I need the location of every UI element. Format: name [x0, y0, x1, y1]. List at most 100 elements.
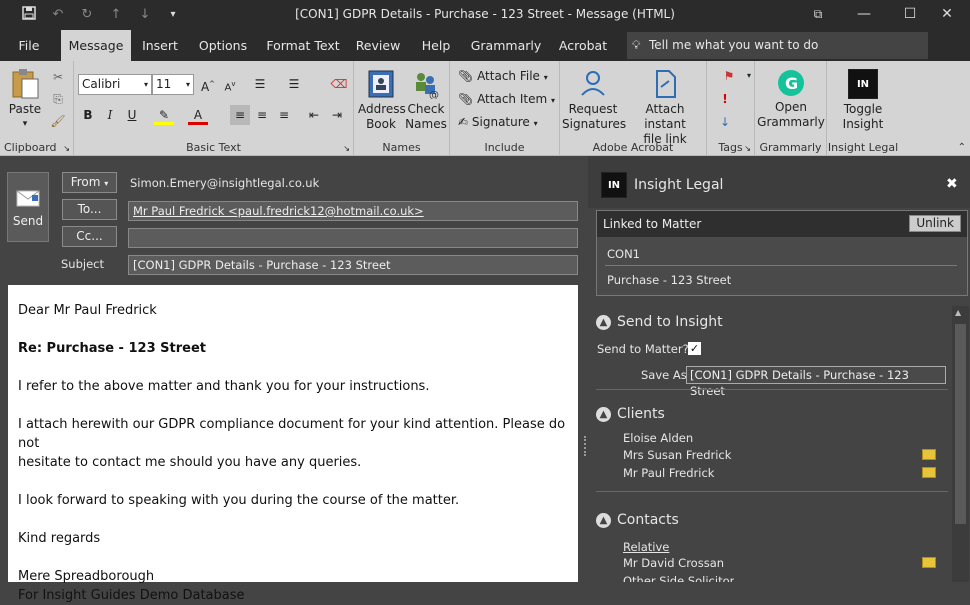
address-book-button[interactable]: Address Book	[358, 69, 406, 132]
svg-text:G: G	[785, 74, 798, 93]
tab-help[interactable]: Help	[418, 30, 454, 61]
mail-icon[interactable]	[922, 467, 936, 478]
numbering-icon[interactable]: ☰	[284, 74, 304, 94]
contacts-header[interactable]: ▲ Contacts	[596, 512, 679, 528]
scrollbar-thumb[interactable]	[955, 324, 966, 524]
tab-file[interactable]: File	[12, 30, 46, 61]
paste-icon	[12, 69, 39, 99]
linked-matter-box: Linked to Matter Unlink CON1 Purchase - …	[596, 210, 968, 296]
body-line: I attach herewith our GDPR compliance do…	[18, 417, 566, 451]
tab-review[interactable]: Review	[354, 30, 402, 61]
pane-scrollbar[interactable]: ▲	[952, 306, 969, 582]
insight-legal-group: IN Toggle Insight Insight Legal	[827, 61, 899, 156]
font-name-select[interactable]: Calibri ▾	[78, 74, 152, 95]
to-button[interactable]: To...	[62, 199, 117, 220]
launcher-icon[interactable]: ↘	[744, 144, 751, 153]
tab-message[interactable]: Message	[61, 30, 131, 61]
grammarly-group: G Open Grammarly Grammarly	[755, 61, 827, 156]
bullets-icon[interactable]: ☰	[250, 74, 270, 94]
follow-up-flag-icon[interactable]: ⚑	[719, 66, 739, 86]
bold-button[interactable]: B	[78, 105, 98, 125]
highlight-icon[interactable]: ✎	[154, 105, 174, 125]
tab-format-text[interactable]: Format Text	[266, 30, 340, 61]
client-item[interactable]: Mrs Susan Fredrick	[623, 448, 731, 462]
close-button[interactable]: ✕	[924, 0, 970, 30]
message-body[interactable]: Dear Mr Paul Fredrick Re: Purchase - 123…	[8, 285, 578, 603]
cc-field[interactable]	[128, 228, 578, 248]
scroll-up-icon[interactable]: ▲	[955, 308, 961, 317]
send-to-insight-header[interactable]: ▲ Send to Insight	[596, 314, 723, 330]
mail-icon[interactable]	[922, 557, 936, 568]
contact-item[interactable]: Mr David Crossan	[623, 556, 724, 570]
clients-header[interactable]: ▲ Clients	[596, 406, 665, 422]
request-signatures-icon	[581, 71, 605, 96]
lightbulb-icon: 💡︎	[632, 38, 641, 52]
ribbon-tabs: File Message Insert Options Format Text …	[0, 30, 970, 61]
collapse-ribbon-icon[interactable]: ⌃	[958, 142, 966, 153]
check-names-button[interactable]: @ Check Names	[404, 69, 448, 132]
launcher-icon[interactable]: ↘	[63, 144, 70, 153]
client-item[interactable]: Mr Paul Fredrick	[623, 466, 714, 480]
cut-icon[interactable]: ✂	[48, 67, 68, 87]
names-group: Address Book @ Check Names Names	[354, 61, 450, 156]
tab-options[interactable]: Options	[196, 30, 250, 61]
send-button[interactable]: Send	[7, 172, 49, 242]
align-left-icon[interactable]: ≡	[230, 105, 250, 125]
underline-button[interactable]: U	[122, 105, 142, 125]
increase-indent-icon[interactable]: ⇥	[327, 105, 347, 125]
tab-insert[interactable]: Insert	[140, 30, 180, 61]
client-item[interactable]: Eloise Alden	[623, 431, 693, 445]
body-line: Dear Mr Paul Fredrick	[18, 303, 157, 318]
include-group: 📎︎ Attach File ▾ 📎︎ Attach Item ▾ ✍︎ Sig…	[450, 61, 560, 156]
address-book-icon	[368, 70, 394, 98]
align-right-icon[interactable]: ≡	[274, 105, 294, 125]
from-button[interactable]: From ▾	[62, 172, 117, 193]
decrease-indent-icon[interactable]: ⇤	[304, 105, 324, 125]
italic-button[interactable]: I	[100, 105, 120, 125]
open-grammarly-button[interactable]: G Open Grammarly	[757, 69, 825, 130]
adobe-acrobat-label: Adobe Acrobat	[592, 141, 674, 154]
grow-font-icon[interactable]: A^	[198, 74, 218, 94]
low-importance-icon[interactable]: ↓	[715, 112, 735, 132]
grammarly-label: Grammarly	[759, 141, 822, 154]
request-signatures-button[interactable]: Request Signatures	[562, 69, 626, 132]
toggle-insight-button[interactable]: IN Toggle Insight	[829, 69, 897, 132]
unlink-button[interactable]: Unlink	[909, 215, 961, 232]
shrink-font-icon[interactable]: Av	[220, 74, 240, 94]
chevron-up-icon: ▲	[596, 513, 611, 528]
high-importance-icon[interactable]: !	[715, 89, 735, 109]
clear-formatting-icon[interactable]: ⌫	[329, 74, 349, 94]
tell-me-search[interactable]: 💡︎ Tell me what you want to do	[627, 32, 928, 59]
check-names-icon: @	[416, 73, 439, 99]
close-pane-icon[interactable]: ✖	[946, 176, 958, 192]
tab-grammarly[interactable]: Grammarly	[470, 30, 542, 61]
adobe-acrobat-group: Request Signatures Attach instant file l…	[560, 61, 707, 156]
paste-button[interactable]: Paste ▾	[6, 67, 44, 132]
attach-item-button[interactable]: 📎︎ Attach Item ▾	[458, 89, 555, 109]
launcher-icon[interactable]: ↘	[343, 144, 350, 153]
contact-item[interactable]: Other Side Solicitor	[623, 574, 734, 582]
tell-me-text: Tell me what you want to do	[649, 38, 819, 52]
chevron-up-icon: ▲	[596, 315, 611, 330]
ribbon-display-icon[interactable]: ⧉	[795, 0, 841, 30]
minimize-button[interactable]: —	[841, 0, 887, 30]
align-center-icon[interactable]: ≡	[252, 105, 272, 125]
font-size-select[interactable]: 11 ▾	[152, 74, 194, 95]
subject-field[interactable]: [CON1] GDPR Details - Purchase - 123 Str…	[128, 255, 578, 275]
send-envelope-icon	[16, 190, 40, 207]
grammarly-icon: G	[778, 70, 804, 96]
tab-acrobat[interactable]: Acrobat	[557, 30, 609, 61]
ribbon: Paste ▾ ✂ ⎘ 🖌︎ Clipboard ↘ Calibri ▾ 11 ▾ …	[0, 61, 970, 156]
to-field[interactable]: Mr Paul Fredrick <paul.fredrick12@hotmai…	[128, 201, 578, 221]
signature-icon: ✍︎	[458, 115, 469, 129]
format-painter-icon[interactable]: 🖌︎	[48, 111, 68, 131]
save-as-field[interactable]: [CON1] GDPR Details - Purchase - 123 Str…	[686, 366, 946, 398]
attach-instant-file-link-button[interactable]: Attach instant file link	[624, 69, 706, 147]
copy-icon[interactable]: ⎘	[48, 89, 68, 109]
signature-button[interactable]: ✍︎ Signature ▾	[458, 112, 538, 132]
mail-icon[interactable]	[922, 449, 936, 460]
send-to-matter-checkbox[interactable]: ✓	[688, 342, 701, 355]
attach-file-button[interactable]: 📎︎ Attach File ▾	[458, 66, 548, 86]
font-color-icon[interactable]: A	[188, 105, 208, 125]
cc-button[interactable]: Cc...	[62, 226, 117, 247]
